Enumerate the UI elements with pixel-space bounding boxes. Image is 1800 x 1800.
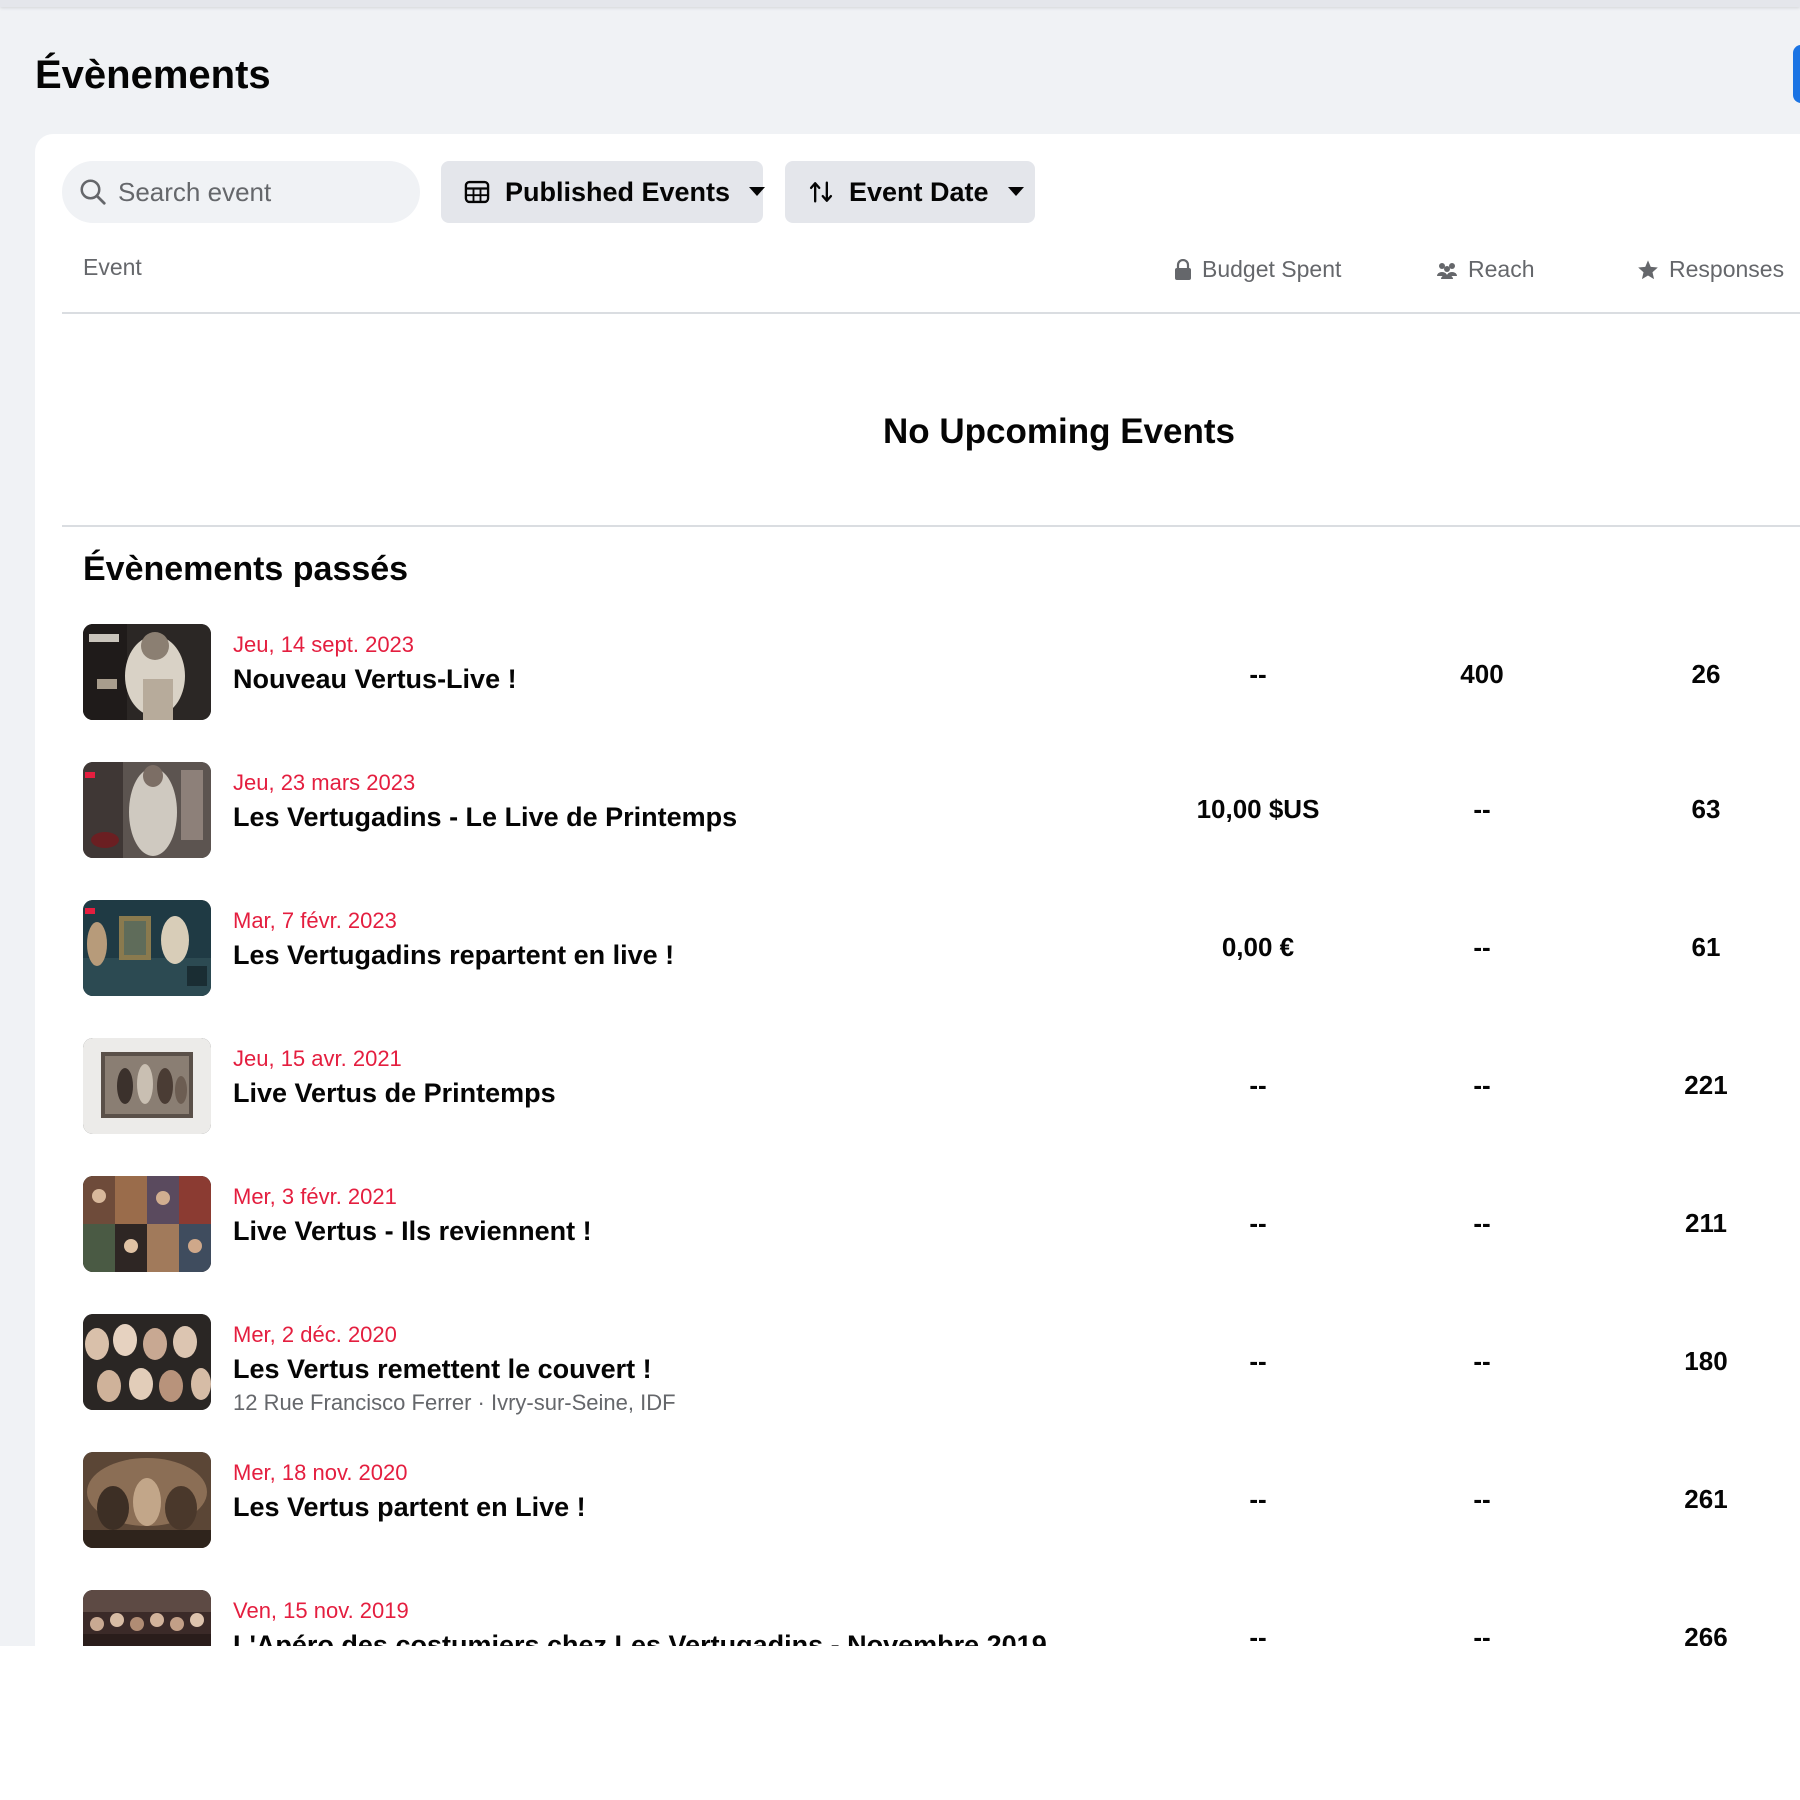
calendar-icon — [464, 180, 490, 204]
search-box[interactable] — [62, 161, 420, 223]
event-budget: 0,00 € — [1221, 932, 1295, 962]
event-thumbnail[interactable] — [83, 1038, 211, 1134]
past-events-list: Jeu, 14 sept. 2023 Nouveau Vertus-Live !… — [0, 624, 1800, 1646]
event-name-link[interactable]: Nouveau Vertus-Live ! — [233, 664, 517, 695]
column-header-reach-label: Reach — [1468, 256, 1535, 282]
event-responses: 221 — [1684, 1070, 1728, 1100]
no-upcoming-events-message: No Upcoming Events — [883, 412, 1235, 451]
event-reach: -- — [1473, 1346, 1491, 1376]
event-reach: -- — [1473, 1622, 1491, 1646]
event-responses: 26 — [1691, 659, 1721, 689]
event-date: Mer, 2 déc. 2020 — [233, 1322, 397, 1347]
event-responses: 61 — [1691, 932, 1721, 962]
section-divider — [62, 525, 1800, 527]
event-reach: -- — [1473, 932, 1491, 962]
event-responses: 211 — [1685, 1208, 1727, 1238]
column-header-budget-label: Budget Spent — [1202, 256, 1342, 282]
header-divider — [62, 312, 1800, 314]
event-name-link[interactable]: Live Vertus - Ils reviennent ! — [233, 1216, 592, 1247]
sort-arrows-icon — [809, 181, 833, 203]
people-icon — [1437, 262, 1457, 279]
event-date: Mer, 18 nov. 2020 — [233, 1460, 408, 1485]
published-events-label: Published Events — [505, 176, 731, 207]
star-icon — [1638, 259, 1658, 279]
event-responses: 180 — [1684, 1346, 1728, 1376]
event-photo — [83, 1590, 211, 1646]
published-events-filter[interactable]: Published Events — [441, 161, 766, 223]
event-budget: 10,00 $US — [1196, 794, 1320, 824]
event-budget: -- — [1249, 1208, 1267, 1238]
event-thumbnail[interactable] — [83, 900, 211, 996]
event-thumbnail[interactable] — [83, 1452, 211, 1548]
event-photo — [83, 1038, 211, 1134]
event-responses: 266 — [1684, 1622, 1728, 1646]
event-photo — [83, 900, 211, 996]
event-responses: 261 — [1684, 1484, 1728, 1514]
event-reach: -- — [1473, 1208, 1491, 1238]
event-photo — [83, 762, 211, 858]
event-date: Ven, 15 nov. 2019 — [233, 1598, 409, 1623]
event-thumbnail[interactable] — [83, 624, 211, 720]
event-location: 12 Rue Francisco Ferrer · Ivry-sur-Seine… — [233, 1390, 676, 1415]
top-bar — [0, 0, 1800, 7]
event-date: Jeu, 15 avr. 2021 — [233, 1046, 402, 1071]
event-photo — [83, 1176, 211, 1272]
page-title: Évènements — [35, 53, 271, 97]
event-thumbnail[interactable] — [83, 1314, 211, 1410]
search-input[interactable] — [116, 175, 400, 209]
event-budget: -- — [1249, 1622, 1267, 1646]
column-header-budget[interactable]: Budget Spent — [1174, 256, 1341, 283]
lock-icon — [1175, 258, 1191, 280]
event-reach: 400 — [1460, 659, 1504, 689]
create-event-button[interactable] — [1793, 45, 1800, 103]
search-icon — [80, 179, 106, 205]
event-photo — [83, 1452, 211, 1548]
event-photo — [83, 624, 211, 720]
event-row[interactable]: Ven, 15 nov. 2019 L'Apéro des costumiers… — [0, 1590, 1800, 1646]
caret-down-icon — [749, 187, 766, 196]
event-thumbnail[interactable] — [83, 762, 211, 858]
event-date: Jeu, 23 mars 2023 — [233, 770, 416, 795]
event-row[interactable]: Jeu, 15 avr. 2021 Live Vertus de Printem… — [0, 1038, 1800, 1176]
event-reach: -- — [1473, 1070, 1491, 1100]
event-date: Mar, 7 févr. 2023 — [233, 908, 397, 933]
event-row[interactable]: Mar, 7 févr. 2023 Les Vertugadins repart… — [0, 900, 1800, 1038]
event-budget: -- — [1249, 659, 1267, 689]
event-name-link[interactable]: Les Vertugadins - Le Live de Printemps — [233, 802, 737, 833]
event-date-label: Event Date — [849, 176, 989, 207]
event-row[interactable]: Mer, 2 déc. 2020 Les Vertus remettent le… — [0, 1314, 1800, 1452]
event-row[interactable]: Mer, 3 févr. 2021 Live Vertus - Ils revi… — [0, 1176, 1800, 1314]
event-date-sort[interactable]: Event Date — [785, 161, 1035, 223]
event-photo — [83, 1314, 211, 1410]
event-budget: -- — [1249, 1346, 1267, 1376]
column-header-reach[interactable]: Reach — [1436, 256, 1534, 283]
event-thumbnail[interactable] — [83, 1590, 211, 1646]
event-reach: -- — [1473, 1484, 1491, 1514]
column-header-event: Event — [83, 254, 142, 280]
event-responses: 63 — [1691, 794, 1721, 824]
event-budget: -- — [1249, 1070, 1267, 1100]
event-name-link[interactable]: Live Vertus de Printemps — [233, 1078, 556, 1109]
event-date: Jeu, 14 sept. 2023 — [233, 632, 415, 657]
event-name-link[interactable]: Les Vertus remettent le couvert ! — [233, 1354, 652, 1385]
event-name-link[interactable]: Les Vertus partent en Live ! — [233, 1492, 586, 1523]
column-header-responses[interactable]: Responses — [1637, 256, 1784, 283]
caret-down-icon — [1007, 187, 1024, 196]
event-row[interactable]: Jeu, 23 mars 2023 Les Vertugadins - Le L… — [0, 762, 1800, 900]
past-events-heading: Évènements passés — [83, 550, 409, 588]
event-date: Mer, 3 févr. 2021 — [233, 1184, 397, 1209]
events-page: Évènements Published Events Event Date — [0, 0, 1800, 1646]
event-budget: -- — [1249, 1484, 1267, 1514]
event-thumbnail[interactable] — [83, 1176, 211, 1272]
column-header-responses-label: Responses — [1669, 256, 1785, 282]
event-row[interactable]: Mer, 18 nov. 2020 Les Vertus partent en … — [0, 1452, 1800, 1590]
event-name-link[interactable]: L'Apéro des costumiers chez Les Vertugad… — [233, 1630, 1047, 1646]
event-row[interactable]: Jeu, 14 sept. 2023 Nouveau Vertus-Live !… — [0, 624, 1800, 762]
event-reach: -- — [1473, 794, 1491, 824]
event-name-link[interactable]: Les Vertugadins repartent en live ! — [233, 940, 674, 971]
